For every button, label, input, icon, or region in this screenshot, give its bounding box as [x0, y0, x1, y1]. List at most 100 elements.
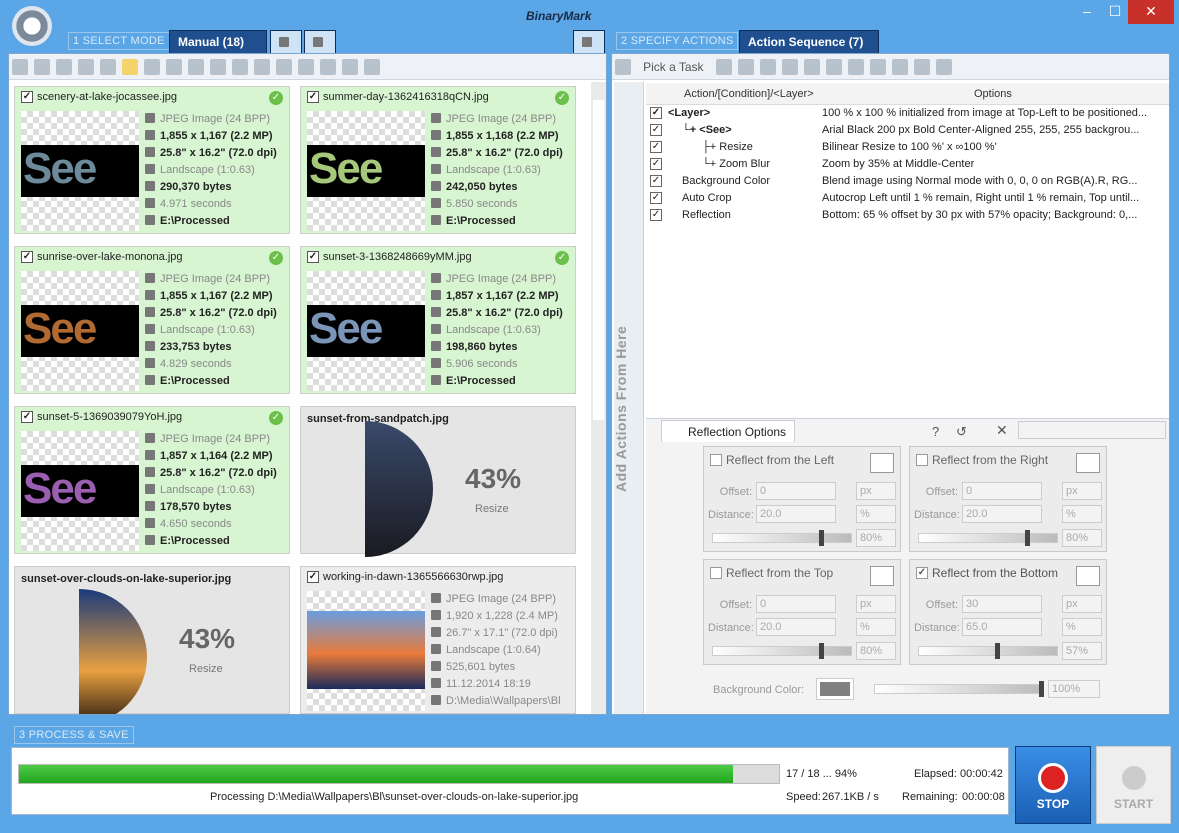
save-icon[interactable]	[935, 59, 952, 75]
reflect-bottom-checkbox[interactable]: ✓	[916, 567, 928, 579]
distance-unit[interactable]: %	[1062, 618, 1102, 636]
row-checkbox[interactable]: ✓	[650, 158, 662, 170]
file-card[interactable]: ✓ sunset-5-1369039079YoH.jpg ✓ See JPEG I…	[14, 406, 290, 554]
filter-icon[interactable]	[188, 59, 204, 75]
slider-thumb[interactable]	[1039, 681, 1044, 697]
file-card-processing[interactable]: sunset-from-sandpatch.jpg 43% Resize	[300, 406, 576, 557]
distance-unit[interactable]: %	[856, 618, 896, 636]
open-icon[interactable]	[891, 59, 908, 75]
tab-action-sequence[interactable]: Action Sequence (7)	[739, 30, 879, 53]
reflect-left-checkbox[interactable]	[710, 454, 722, 466]
offset-unit[interactable]: px	[856, 482, 896, 500]
row-checkbox[interactable]: ✓	[650, 192, 662, 204]
row-checkbox[interactable]: ✓	[650, 107, 662, 119]
file-card-processing[interactable]: sunset-over-clouds-on-lake-superior.jpg …	[14, 566, 290, 714]
paste-icon[interactable]	[364, 59, 380, 75]
move-left-icon[interactable]	[759, 59, 776, 75]
close-icon[interactable]: ✕	[996, 422, 1008, 439]
move-down-icon[interactable]	[737, 59, 754, 75]
collapse-icon[interactable]	[847, 59, 864, 75]
sequence-row[interactable]: ✓ Auto Crop Autocrop Left until 1 % remain…	[646, 190, 1169, 207]
expand-icon[interactable]	[869, 59, 886, 75]
sequence-row[interactable]: ✓ ├+ Resize Bilinear Resize to 100 %' x ∞1…	[646, 139, 1169, 156]
file-card[interactable]: ✓ working-in-dawn-1365566630rwp.jpg JPEG …	[300, 566, 576, 714]
save-icon[interactable]	[320, 59, 336, 75]
tab-schedule[interactable]	[304, 30, 336, 53]
tab-folder[interactable]	[270, 30, 302, 53]
offset-input[interactable]: 0	[756, 482, 836, 500]
remove-action-icon[interactable]	[825, 59, 842, 75]
expand-icon[interactable]	[254, 59, 270, 75]
opacity-slider[interactable]	[712, 643, 852, 659]
add-files-icon[interactable]	[12, 59, 28, 75]
slider-thumb[interactable]	[819, 530, 824, 546]
add-folder-icon[interactable]	[34, 59, 50, 75]
remove-icon[interactable]	[56, 59, 72, 75]
file-card[interactable]: ✓ sunrise-over-lake-monona.jpg ✓ See JPEG…	[14, 246, 290, 394]
file-checkbox[interactable]: ✓	[307, 571, 319, 583]
opacity-slider[interactable]	[918, 643, 1058, 659]
offset-unit[interactable]: px	[1062, 482, 1102, 500]
tab-preview[interactable]	[573, 30, 605, 53]
reflect-top-checkbox[interactable]	[710, 567, 722, 579]
bg-opacity-slider[interactable]	[874, 681, 1044, 697]
slider-thumb[interactable]	[995, 643, 1000, 659]
preset-dropdown[interactable]	[1018, 421, 1166, 439]
scroll-thumb[interactable]	[593, 100, 604, 420]
details-icon[interactable]	[166, 59, 182, 75]
distance-input[interactable]: 20.0	[756, 618, 836, 636]
distance-input[interactable]: 20.0	[756, 505, 836, 523]
collapse-icon[interactable]	[232, 59, 248, 75]
distance-unit[interactable]: %	[1062, 505, 1102, 523]
sequence-row[interactable]: ✓ └+ <See> Arial Black 200 px Bold Center-…	[646, 122, 1169, 139]
settings-icon[interactable]	[913, 59, 930, 75]
offset-input[interactable]: 0	[756, 595, 836, 613]
sequence-row[interactable]: ✓ <Layer> 100 % x 100 % initialized from i…	[646, 105, 1169, 122]
file-checkbox[interactable]: ✓	[21, 411, 33, 423]
pick-task-dropdown[interactable]: Pick a Task	[643, 54, 703, 80]
distance-input[interactable]: 20.0	[962, 505, 1042, 523]
bg-color-swatch[interactable]	[816, 678, 854, 700]
opacity-input[interactable]: 57%	[1062, 642, 1102, 660]
help-icon[interactable]: ?	[932, 424, 939, 439]
opacity-input[interactable]: 80%	[856, 642, 896, 660]
slider-thumb[interactable]	[819, 643, 824, 659]
offset-unit[interactable]: px	[856, 595, 896, 613]
minimize-button[interactable]: –	[1072, 0, 1102, 24]
opacity-slider[interactable]	[918, 530, 1058, 546]
tab-manual[interactable]: Manual (18)	[169, 30, 267, 53]
refresh-icon[interactable]	[100, 59, 116, 75]
opacity-input[interactable]: 80%	[1062, 529, 1102, 547]
add-action-icon[interactable]	[803, 59, 820, 75]
offset-input[interactable]: 0	[962, 482, 1042, 500]
close-button[interactable]: ✕	[1128, 0, 1174, 24]
file-checkbox[interactable]: ✓	[307, 251, 319, 263]
row-checkbox[interactable]: ✓	[650, 175, 662, 187]
file-card[interactable]: ✓ sunset-3-1368248669yMM.jpg ✓ See JPEG I…	[300, 246, 576, 394]
sequence-row[interactable]: ✓ Reflection Bottom: 65 % offset by 30 px …	[646, 207, 1169, 224]
opacity-slider[interactable]	[712, 530, 852, 546]
gear-icon[interactable]	[12, 6, 52, 46]
row-checkbox[interactable]: ✓	[650, 209, 662, 221]
sequence-row[interactable]: ✓ └+ Zoom Blur Zoom by 35% at Middle-Cente…	[646, 156, 1169, 173]
gear-icon[interactable]	[615, 59, 631, 75]
sequence-row[interactable]: ✓ Background Color Blend image using Norma…	[646, 173, 1169, 190]
opacity-input[interactable]: 80%	[856, 529, 896, 547]
sort-icon[interactable]	[210, 59, 226, 75]
stop-button[interactable]: STOP	[1015, 746, 1091, 824]
maximize-button[interactable]: ☐	[1100, 0, 1130, 24]
file-card[interactable]: ✓ scenery-at-lake-jocassee.jpg ✓ See JPEG…	[14, 86, 290, 234]
reflect-right-checkbox[interactable]	[916, 454, 928, 466]
copy-icon[interactable]	[342, 59, 358, 75]
row-checkbox[interactable]: ✓	[650, 141, 662, 153]
reflection-options-tab[interactable]: Reflection Options	[661, 420, 796, 442]
settings-icon[interactable]	[298, 59, 314, 75]
bg-opacity-input[interactable]: 100%	[1048, 680, 1100, 698]
distance-input[interactable]: 65.0	[962, 618, 1042, 636]
thumbnail-view-icon[interactable]	[122, 59, 138, 75]
file-checkbox[interactable]: ✓	[21, 91, 33, 103]
move-up-icon[interactable]	[715, 59, 732, 75]
move-right-icon[interactable]	[781, 59, 798, 75]
distance-unit[interactable]: %	[856, 505, 896, 523]
file-card[interactable]: ✓ summer-day-1362416318qCN.jpg ✓ See JPEG…	[300, 86, 576, 234]
